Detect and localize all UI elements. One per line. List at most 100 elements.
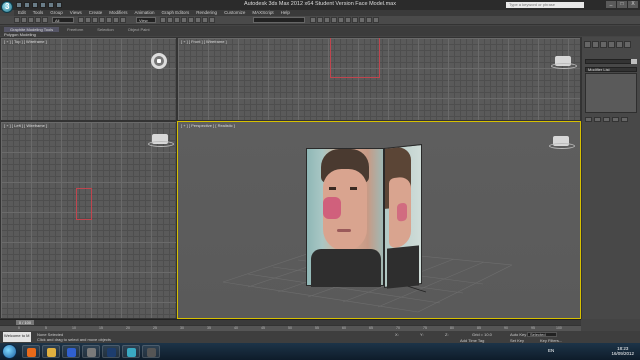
minimize-button[interactable]: _ (606, 1, 616, 8)
viewport-top-label[interactable]: [ + ] [ Top ] [ Wireframe ] (4, 39, 47, 44)
modifier-stack-controls (585, 117, 628, 122)
maxscript-listener[interactable]: Welcome to M (3, 332, 31, 342)
utilities-tab-icon[interactable] (624, 41, 631, 48)
viewcube-icon[interactable] (551, 56, 577, 69)
edit-named-selection-icon[interactable] (209, 17, 215, 23)
app-logo-icon[interactable] (1, 1, 13, 13)
render-production-icon[interactable] (373, 17, 379, 23)
undo-button-icon[interactable] (14, 17, 20, 23)
select-and-move-icon[interactable] (106, 17, 112, 23)
taskbar-app[interactable] (82, 345, 100, 358)
tick-label: 30 (180, 326, 184, 330)
select-and-rotate-icon[interactable] (113, 17, 119, 23)
remove-modifier-icon[interactable] (612, 117, 619, 122)
viewport-left-label[interactable]: [ + ] [ Left ] [ Wireframe ] (4, 123, 47, 128)
taskbar-photoshop[interactable] (102, 345, 120, 358)
shirt-shape (311, 249, 381, 287)
language-indicator[interactable]: EN (548, 348, 554, 353)
create-tab-icon[interactable] (584, 41, 591, 48)
bind-space-warp-icon[interactable] (42, 17, 48, 23)
taskbar-firefox[interactable] (22, 345, 40, 358)
viewport-perspective[interactable]: [ + ] [ Perspective ] [ Realistic ] (177, 121, 581, 319)
auto-key-button[interactable]: Auto Key (510, 332, 526, 337)
tick-label: 95 (531, 326, 535, 330)
steam-icon (147, 348, 156, 357)
percent-snap-icon[interactable] (195, 17, 201, 23)
named-selection-dropdown[interactable] (253, 17, 305, 23)
layer-manager-icon[interactable] (324, 17, 330, 23)
system-clock[interactable]: 18:23 16/09/2012 (611, 346, 634, 356)
make-unique-icon[interactable] (603, 117, 610, 122)
modifier-stack[interactable] (585, 73, 637, 113)
link-icon[interactable] (28, 17, 34, 23)
spinner-snap-icon[interactable] (202, 17, 208, 23)
toolbar-icons-left (14, 17, 48, 23)
unlink-icon[interactable] (35, 17, 41, 23)
display-tab-icon[interactable] (616, 41, 623, 48)
close-button[interactable]: X (628, 1, 638, 8)
material-editor-icon[interactable] (352, 17, 358, 23)
schematic-view-icon[interactable] (345, 17, 351, 23)
viewport-perspective-label[interactable]: [ + ] [ Perspective ] [ Realistic ] (181, 123, 235, 128)
viewport-front[interactable]: [ + ] [ Front ] [ Wireframe ] (177, 37, 581, 121)
tick-label: 50 (288, 326, 292, 330)
object-name-field[interactable] (585, 59, 637, 64)
select-by-name-icon[interactable] (85, 17, 91, 23)
maximize-button[interactable]: □ (617, 1, 627, 8)
pivot-center-icon[interactable] (160, 17, 166, 23)
rectangular-selection-icon[interactable] (92, 17, 98, 23)
configure-modifier-sets-icon[interactable] (621, 117, 628, 122)
mirror-icon[interactable] (310, 17, 316, 23)
prompt-line: Click and drag to select and move object… (37, 337, 112, 342)
tick-label: 100 (556, 326, 562, 330)
folder-icon (47, 348, 56, 357)
selection-filter-dropdown[interactable]: All (52, 17, 74, 23)
curve-editor-icon[interactable] (338, 17, 344, 23)
tick-label: 80 (450, 326, 454, 330)
tab-freeform[interactable]: Freeform (61, 27, 89, 32)
app-icon (87, 348, 96, 357)
select-and-scale-icon[interactable] (120, 17, 126, 23)
pin-stack-icon[interactable] (585, 117, 592, 122)
object-color-swatch[interactable] (631, 59, 637, 64)
motion-tab-icon[interactable] (608, 41, 615, 48)
keyboard-shortcut-icon[interactable] (174, 17, 180, 23)
key-mode-dropdown[interactable]: Selected (527, 332, 557, 337)
render-setup-icon[interactable] (359, 17, 365, 23)
modify-tab-icon[interactable] (592, 41, 599, 48)
reference-coordinate-dropdown[interactable]: View (136, 17, 156, 23)
select-object-icon[interactable] (78, 17, 84, 23)
viewport-left[interactable]: [ + ] [ Left ] [ Wireframe ] (0, 121, 177, 319)
front-photo-plane[interactable] (306, 148, 384, 287)
modifier-list-dropdown[interactable]: Modifier List (585, 67, 637, 72)
search-input[interactable] (506, 2, 584, 8)
graphite-toggle-icon[interactable] (331, 17, 337, 23)
tick-label: 85 (477, 326, 481, 330)
taskbar-3dsmax[interactable] (122, 345, 140, 358)
select-manipulate-icon[interactable] (167, 17, 173, 23)
right-eye (350, 187, 357, 190)
viewport-top[interactable]: [ + ] [ Top ] [ Wireframe ] (0, 37, 177, 121)
angle-snap-icon[interactable] (188, 17, 194, 23)
tick-label: 55 (315, 326, 319, 330)
windows-taskbar: EN 18:23 16/09/2012 (0, 343, 640, 360)
viewcube-icon[interactable] (549, 136, 575, 149)
snaps-toggle-icon[interactable] (181, 17, 187, 23)
rendered-frame-icon[interactable] (366, 17, 372, 23)
align-icon[interactable] (317, 17, 323, 23)
side-photo-plane[interactable] (384, 144, 422, 289)
hierarchy-tab-icon[interactable] (600, 41, 607, 48)
tab-selection[interactable]: Selection (91, 27, 119, 32)
redo-button-icon[interactable] (21, 17, 27, 23)
show-end-result-icon[interactable] (594, 117, 601, 122)
tab-object-paint[interactable]: Object Paint (122, 27, 156, 32)
taskbar-steam[interactable] (142, 345, 160, 358)
window-crossing-icon[interactable] (99, 17, 105, 23)
viewcube-icon[interactable] (148, 134, 174, 147)
taskbar-explorer[interactable] (42, 345, 60, 358)
start-button-icon[interactable] (2, 344, 17, 359)
taskbar-media[interactable] (62, 345, 80, 358)
grid-size-readout: Grid = 10.0 (472, 332, 492, 337)
viewport-front-label[interactable]: [ + ] [ Front ] [ Wireframe ] (181, 39, 227, 44)
steering-wheel-icon[interactable] (151, 53, 167, 69)
